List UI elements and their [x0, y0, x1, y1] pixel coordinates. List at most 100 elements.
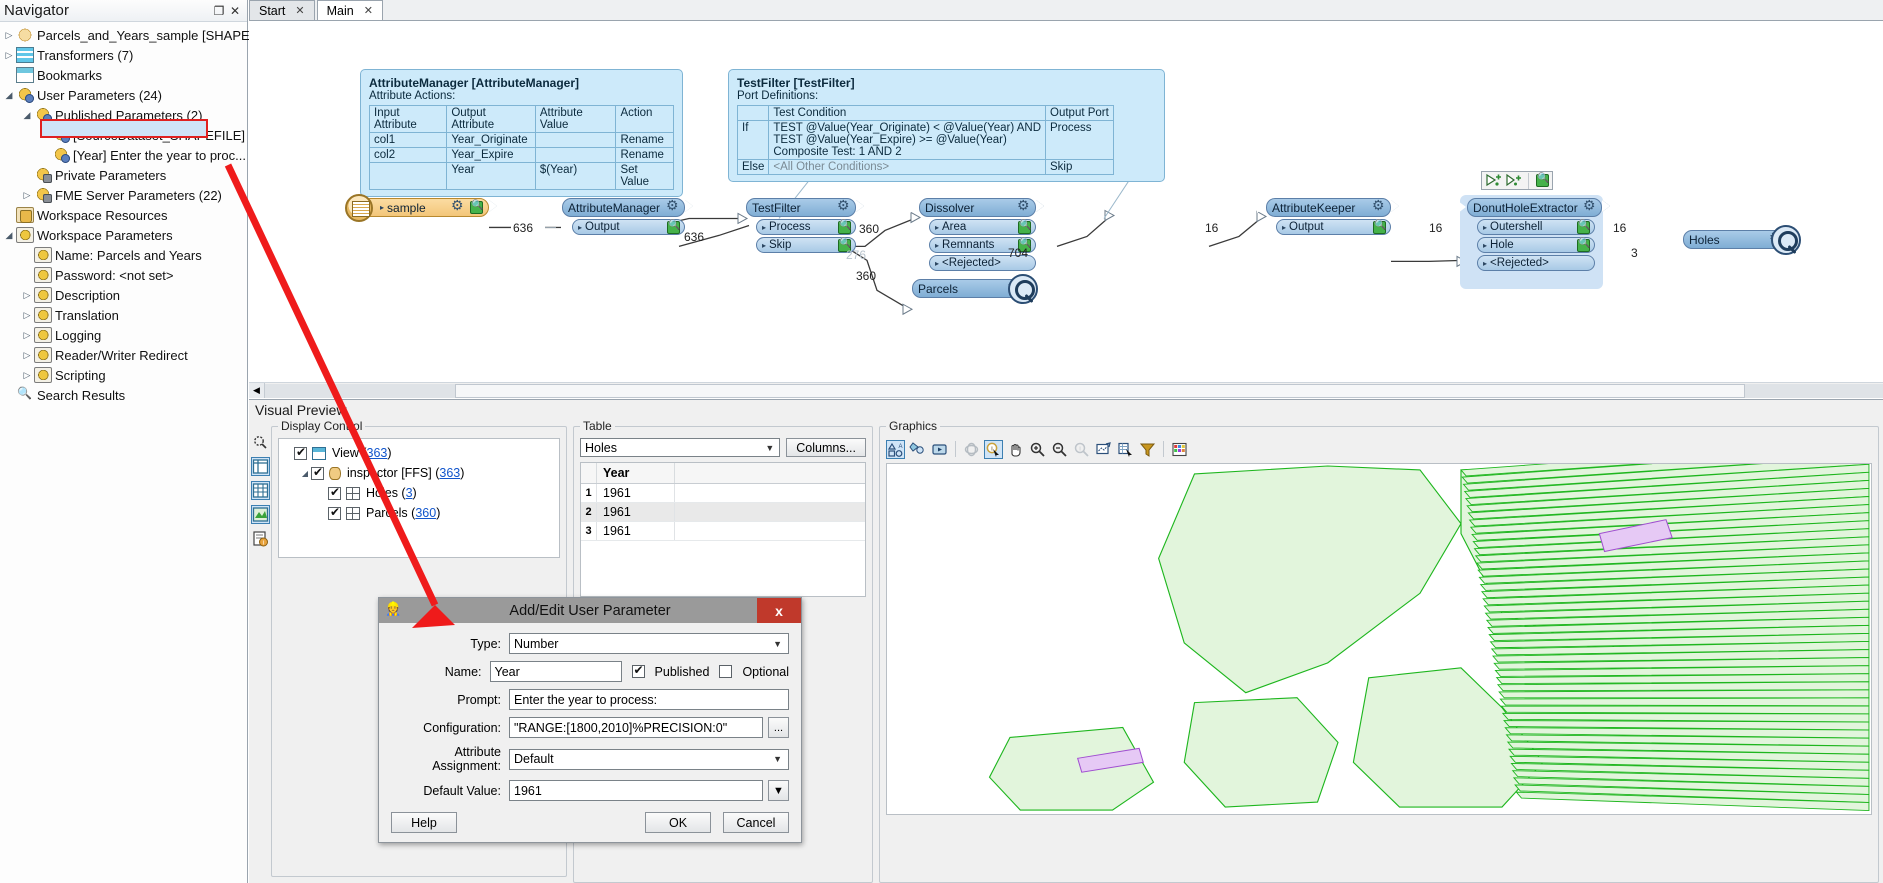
- table-layer-select[interactable]: Holes ▼: [580, 438, 781, 457]
- navigator-item-9[interactable]: Workspace Resources: [0, 205, 247, 225]
- cancel-button[interactable]: Cancel: [723, 812, 789, 833]
- inspect-icon[interactable]: [838, 220, 851, 234]
- navigator-item-14[interactable]: ▷ Translation: [0, 305, 247, 325]
- display-control-row-1[interactable]: ◢ inspector [FFS] ( 363 ): [282, 463, 556, 483]
- node-testfilter[interactable]: TestFilter ▸ Process ▸ Skip: [737, 197, 864, 253]
- port-testfilter-process[interactable]: ▸ Process: [756, 200, 864, 235]
- configuration-input[interactable]: "RANGE:[1800,2010]%PRECISION:0": [509, 717, 763, 738]
- navigator-close-icon[interactable]: ✕: [227, 3, 243, 19]
- expand-toggle-icon[interactable]: ▷: [2, 50, 16, 61]
- display-control-row-2[interactable]: Holes ( 3 ): [282, 483, 556, 503]
- scroll-track[interactable]: [265, 383, 1883, 398]
- display-control-row-0[interactable]: View ( 363 ): [282, 443, 556, 463]
- port-attributemanager-output[interactable]: ▸ Output: [572, 200, 693, 235]
- default-value-input[interactable]: 1961: [509, 780, 763, 801]
- navigator-item-3[interactable]: ◢ User Parameters (24): [0, 85, 247, 105]
- table-row[interactable]: 2 1961: [581, 503, 865, 522]
- info-select-icon[interactable]: i: [984, 439, 1003, 459]
- navigator-item-13[interactable]: ▷ Description: [0, 285, 247, 305]
- tab-start[interactable]: Start ✕: [249, 0, 315, 20]
- navigator-item-17[interactable]: ▷ Scripting: [0, 365, 247, 385]
- feature-count-link[interactable]: 360: [415, 506, 436, 520]
- add-output-icon[interactable]: [1505, 173, 1521, 188]
- inspector-magnifier-icon[interactable]: [1008, 274, 1038, 304]
- display-control-row-3[interactable]: Parcels ( 360 ): [282, 503, 556, 523]
- table-row[interactable]: 1 1961: [581, 484, 865, 503]
- inspect-icon[interactable]: [1018, 220, 1031, 234]
- table-view-icon[interactable]: [250, 481, 270, 500]
- port-testfilter-skip[interactable]: ▸ Skip: [756, 200, 864, 253]
- dialog-close-button[interactable]: x: [757, 598, 801, 623]
- scroll-thumb[interactable]: [455, 383, 1745, 398]
- expand-toggle-icon[interactable]: ▷: [20, 330, 34, 341]
- display-properties-icon[interactable]: A: [886, 439, 905, 459]
- node-holes[interactable]: Holes: [1674, 225, 1801, 255]
- columns-button[interactable]: Columns...: [786, 438, 866, 457]
- visibility-checkbox[interactable]: [294, 445, 307, 460]
- gear-icon[interactable]: [1017, 197, 1030, 214]
- port-dhe-hole[interactable]: ▸ Hole: [1477, 200, 1610, 253]
- default-value-dropdown-button[interactable]: ▼: [768, 780, 789, 801]
- expand-toggle-icon[interactable]: ◢: [2, 90, 16, 101]
- prompt-input[interactable]: Enter the year to process:: [509, 689, 789, 710]
- inspect-icon[interactable]: [1373, 220, 1386, 234]
- pan-icon[interactable]: [1006, 440, 1025, 459]
- expand-toggle-icon[interactable]: ▷: [20, 190, 34, 201]
- inspect-icon[interactable]: [1577, 220, 1590, 234]
- optional-checkbox-row[interactable]: Optional: [719, 665, 789, 679]
- navigator-item-10[interactable]: ◢ Workspace Parameters: [0, 225, 247, 245]
- symbology-icon[interactable]: [908, 440, 927, 459]
- inspector-magnifier-icon[interactable]: [1771, 225, 1801, 255]
- gear-icon[interactable]: [666, 197, 679, 214]
- inspect-icon[interactable]: [470, 200, 483, 214]
- feature-table[interactable]: Year 1 1961 2 1961 3 1961: [580, 462, 866, 597]
- add-edit-user-parameter-dialog[interactable]: Add/Edit User Parameter x Type: Number ▼…: [378, 597, 802, 843]
- zoom-out-icon[interactable]: [1050, 440, 1069, 459]
- table-row[interactable]: 3 1961: [581, 522, 865, 541]
- workspace-canvas[interactable]: AttributeManager [AttributeManager] Attr…: [249, 21, 1883, 400]
- feature-info-icon[interactable]: i: [251, 529, 270, 548]
- panels-layout-icon[interactable]: [250, 457, 270, 476]
- tab-main-close-icon[interactable]: ✕: [364, 4, 373, 17]
- port-dissolver-area[interactable]: ▸ Area: [929, 200, 1044, 235]
- node-donutholeextractor-header[interactable]: DonutHoleExtractor: [1458, 197, 1602, 217]
- canvas-horizontal-scrollbar[interactable]: ◀: [249, 382, 1883, 398]
- tab-start-close-icon[interactable]: ✕: [295, 4, 304, 17]
- zoom-extents-icon[interactable]: [1094, 440, 1113, 459]
- add-feature-icon[interactable]: [1485, 173, 1501, 188]
- node-sample-header[interactable]: ▸ sample: [361, 197, 497, 217]
- expand-toggle-icon[interactable]: ▷: [20, 290, 34, 301]
- configuration-browse-button[interactable]: ...: [768, 717, 789, 738]
- node-dissolver-header[interactable]: Dissolver: [910, 197, 1036, 217]
- inspect-icon[interactable]: [667, 220, 680, 234]
- expand-toggle-icon[interactable]: ▷: [20, 350, 34, 361]
- node-testfilter-header[interactable]: TestFilter: [737, 197, 856, 217]
- node-attributekeeper-header[interactable]: AttributeKeeper: [1257, 197, 1391, 217]
- help-button[interactable]: Help: [391, 812, 457, 833]
- scroll-left-icon[interactable]: ◀: [249, 383, 265, 398]
- presentation-icon[interactable]: [930, 440, 949, 459]
- node-attributemanager[interactable]: AttributeManager ▸ Output: [553, 197, 693, 235]
- node-donutholeextractor[interactable]: DonutHoleExtractor ▸ Outershell ▸ Hole ▸…: [1458, 197, 1610, 271]
- select-features-icon[interactable]: [1116, 440, 1135, 459]
- published-checkbox[interactable]: [631, 663, 645, 678]
- navigator-item-12[interactable]: Password: <not set>: [0, 265, 247, 285]
- graphics-view-icon[interactable]: [250, 505, 270, 524]
- expand-toggle-icon[interactable]: ▷: [20, 310, 34, 321]
- optional-checkbox[interactable]: [719, 665, 733, 678]
- visibility-checkbox[interactable]: [328, 485, 341, 500]
- feature-count-link[interactable]: 363: [367, 446, 388, 460]
- tab-main[interactable]: Main ✕: [316, 0, 383, 20]
- visibility-checkbox[interactable]: [328, 505, 341, 520]
- type-select[interactable]: Number ▼: [509, 633, 789, 654]
- published-checkbox-row[interactable]: Published: [631, 663, 709, 679]
- inspect-tool-icon[interactable]: [251, 433, 270, 452]
- node-dissolver[interactable]: Dissolver ▸ Area ▸ Remnants ▸ <Rejected>: [910, 197, 1044, 271]
- rotate-icon[interactable]: [962, 440, 981, 459]
- node-attributemanager-header[interactable]: AttributeManager: [553, 197, 685, 217]
- display-control-tree[interactable]: View ( 363 )◢inspector [FFS] ( 363 )Hole…: [278, 438, 560, 558]
- expand-toggle-icon[interactable]: ▷: [2, 30, 16, 41]
- feature-count-link[interactable]: 363: [439, 466, 460, 480]
- name-input[interactable]: Year: [489, 661, 622, 682]
- navigator-item-1[interactable]: ▷ Transformers (7): [0, 45, 247, 65]
